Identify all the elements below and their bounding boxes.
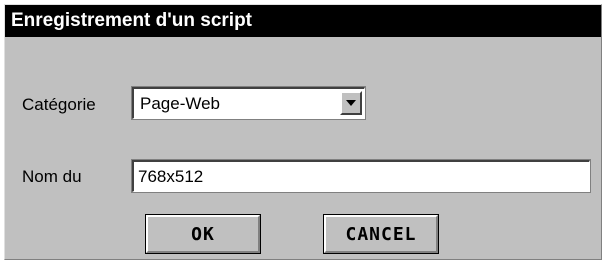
cancel-button[interactable]: CANCEL <box>323 214 439 254</box>
script-name-value: 768x512 <box>138 167 204 186</box>
save-script-dialog: Enregistrement d'un script Catégorie Pag… <box>4 4 602 260</box>
title-bar: Enregistrement d'un script <box>5 5 601 37</box>
category-dropdown[interactable]: Page-Web <box>131 86 366 120</box>
ok-button[interactable]: OK <box>145 214 261 254</box>
script-name-input[interactable]: 768x512 <box>131 159 591 193</box>
dropdown-arrow-button[interactable] <box>340 91 362 115</box>
ok-button-label: OK <box>191 223 215 245</box>
category-label: Catégorie <box>22 95 96 114</box>
name-label: Nom du <box>22 167 82 186</box>
category-selected-value: Page-Web <box>140 94 221 113</box>
chevron-down-icon <box>346 100 356 106</box>
dialog-title: Enregistrement d'un script <box>11 10 253 31</box>
cancel-button-label: CANCEL <box>345 223 417 245</box>
